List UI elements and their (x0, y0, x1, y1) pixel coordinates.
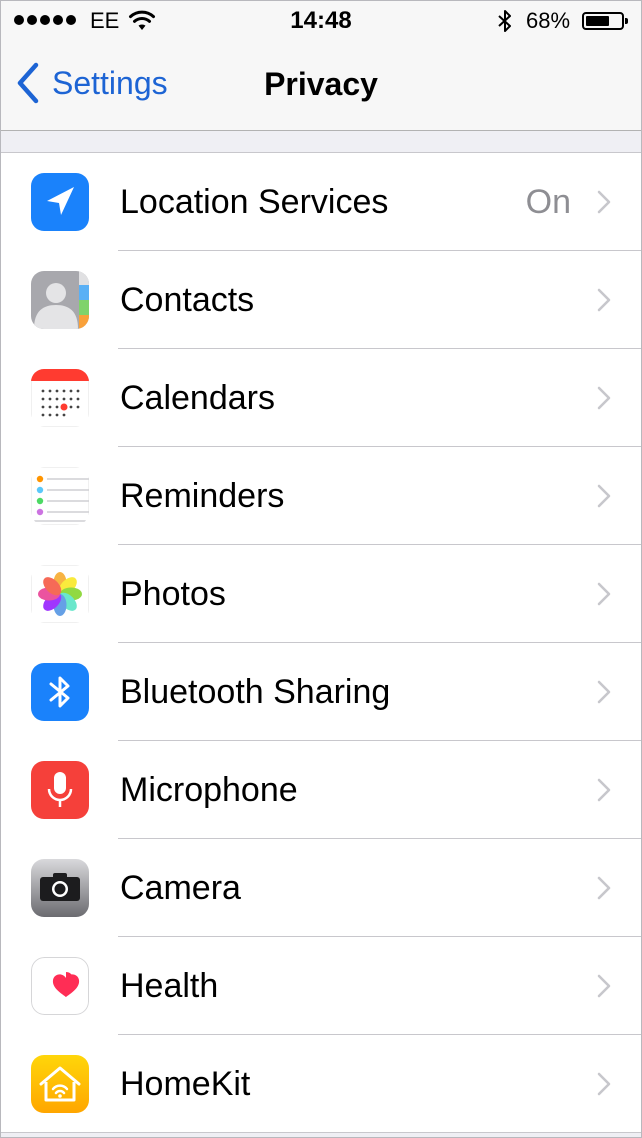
home-icon (31, 1055, 89, 1113)
row-homekit[interactable]: HomeKit (0, 1035, 642, 1133)
page-title: Privacy (264, 66, 378, 102)
row-label: Microphone (120, 771, 298, 809)
reminders-icon (31, 467, 89, 525)
row-label: Contacts (120, 281, 255, 319)
chevron-right-icon (597, 582, 611, 606)
row-bluetooth-sharing[interactable]: Bluetooth Sharing (0, 643, 642, 741)
contacts-icon (31, 271, 89, 329)
row-label: Reminders (120, 477, 285, 515)
chevron-right-icon (597, 876, 611, 900)
heart-icon (31, 957, 89, 1015)
navigation-bar: Settings Privacy (0, 42, 642, 131)
privacy-settings-list: Location Services On Contacts Calendars … (0, 152, 642, 1133)
chevron-right-icon (597, 680, 611, 704)
bluetooth-icon (31, 663, 89, 721)
battery-icon (582, 12, 628, 30)
row-location-services[interactable]: Location Services On (0, 153, 642, 251)
row-label: Bluetooth Sharing (120, 673, 391, 711)
chevron-right-icon (597, 484, 611, 508)
bluetooth-status-icon (496, 9, 514, 38)
location-arrow-icon (31, 173, 89, 231)
row-health[interactable]: Health (0, 937, 642, 1035)
row-camera[interactable]: Camera (0, 839, 642, 937)
chevron-right-icon (597, 1072, 611, 1096)
row-microphone[interactable]: Microphone (0, 741, 642, 839)
row-contacts[interactable]: Contacts (0, 251, 642, 349)
row-calendars[interactable]: Calendars (0, 349, 642, 447)
row-label: HomeKit (120, 1065, 251, 1103)
chevron-right-icon (597, 778, 611, 802)
battery-percentage: 68% (526, 8, 571, 33)
row-photos[interactable]: Photos (0, 545, 642, 643)
photos-icon (31, 565, 89, 623)
camera-icon (31, 859, 89, 917)
status-bar: EE 14:48 68% (0, 0, 642, 42)
chevron-right-icon (597, 190, 611, 214)
chevron-right-icon (597, 386, 611, 410)
row-label: Location Services (120, 183, 389, 221)
row-label: Camera (120, 869, 241, 907)
row-value: On (525, 183, 571, 221)
row-label: Calendars (120, 379, 275, 417)
calendar-icon (31, 369, 89, 427)
row-label: Photos (120, 575, 226, 613)
row-label: Health (120, 967, 219, 1005)
chevron-right-icon (597, 288, 611, 312)
microphone-icon (31, 761, 89, 819)
row-reminders[interactable]: Reminders (0, 447, 642, 545)
chevron-right-icon (597, 974, 611, 998)
